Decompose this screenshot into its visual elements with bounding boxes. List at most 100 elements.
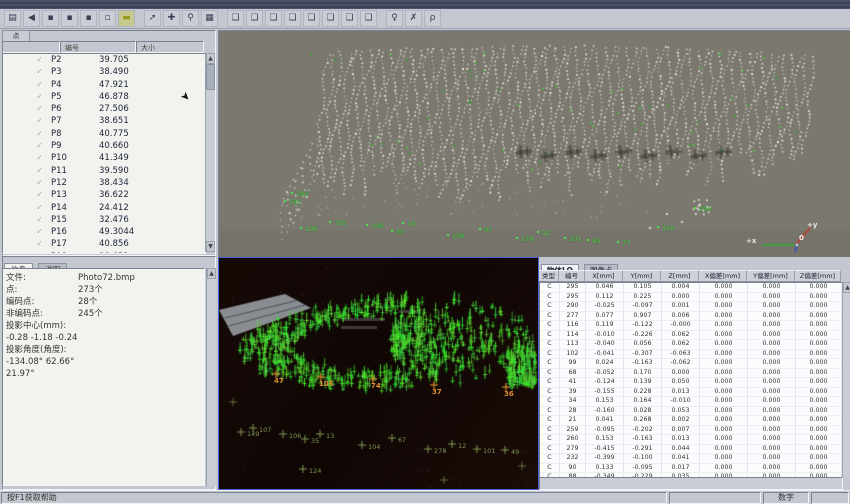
- table-row[interactable]: C1160.119-0.122-0.0000.0000.0000.000: [540, 321, 842, 331]
- toolbar-icon[interactable]: ▦: [201, 10, 218, 27]
- toolbar-icon[interactable]: ❏: [246, 10, 263, 27]
- list-item[interactable]: ✓✓P840.775: [3, 128, 205, 140]
- table-row[interactable]: C279-0.415-0.2910.0440.0000.0000.000: [540, 445, 842, 455]
- table-column-header[interactable]: X偏差[mm]: [699, 270, 747, 282]
- table-column-header[interactable]: Y偏差[mm]: [747, 270, 795, 282]
- table-row[interactable]: C210.0410.2680.0020.0000.0000.000: [540, 416, 842, 426]
- point-cloud-view[interactable]: 1821811061051083513104072781210149771202…: [218, 30, 850, 258]
- scroll-thumb[interactable]: [206, 64, 215, 90]
- scroll-up-icon[interactable]: ▲: [843, 282, 850, 293]
- table-row[interactable]: C113-0.0400.0560.0620.0000.0000.000: [540, 340, 842, 350]
- list-item[interactable]: ✓✓P738.651: [3, 115, 205, 127]
- point-value: 40.660: [85, 140, 129, 152]
- table-row[interactable]: C68-0.0520.1700.0000.0000.0000.000: [540, 369, 842, 379]
- scroll-down-icon[interactable]: ▼: [206, 241, 215, 252]
- point-value: 38.490: [85, 66, 129, 78]
- list-item[interactable]: ✓✓P1649.3044: [3, 226, 205, 238]
- table-row[interactable]: C2770.0770.9070.0060.0000.0000.000: [540, 312, 842, 322]
- toolbar-icon[interactable]: ▤: [4, 10, 21, 27]
- point-list-scrollbar[interactable]: ▲ ▼: [205, 53, 215, 252]
- table-vscrollbar[interactable]: ▲: [842, 282, 850, 477]
- toolbar-icon[interactable]: ⚲: [182, 10, 199, 27]
- list-item[interactable]: ✓✓P338.490: [3, 66, 205, 78]
- table-cell: -0.040: [586, 340, 624, 349]
- table-row[interactable]: C900.133-0.0950.0170.0000.0000.000: [540, 464, 842, 474]
- list-item[interactable]: ✓✓P627.506: [3, 103, 205, 115]
- table-body[interactable]: C2950.0460.1050.0040.0000.0000.000C2950.…: [539, 282, 843, 479]
- toolbar-icon[interactable]: ❏: [265, 10, 282, 27]
- table-row[interactable]: C259-0.095-0.2020.0070.0000.0000.000: [540, 426, 842, 436]
- toolbar-icon[interactable]: ✗: [405, 10, 422, 27]
- table-cell: 0.000: [700, 302, 748, 311]
- list-item[interactable]: ✓✓P239.705: [3, 54, 205, 66]
- table-column-header[interactable]: X[mm]: [585, 270, 623, 282]
- table-cell: 0.170: [624, 369, 662, 378]
- toolbar-icon[interactable]: ▪: [61, 10, 78, 27]
- toolbar-icon[interactable]: ❏: [284, 10, 301, 27]
- table-row[interactable]: C2600.153-0.1630.0130.0000.0000.000: [540, 435, 842, 445]
- list-item[interactable]: ✓✓P1740.856: [3, 238, 205, 250]
- title-bar[interactable]: [0, 0, 850, 9]
- toolbar-icon[interactable]: ➚: [144, 10, 161, 27]
- table-column-header[interactable]: Y[mm]: [623, 270, 661, 282]
- column-header-size[interactable]: 大小: [136, 41, 204, 53]
- table-row[interactable]: C41-0.1240.1390.0500.0000.0000.000: [540, 378, 842, 388]
- list-item[interactable]: ✓✓P1828.652: [3, 251, 205, 254]
- column-header-tree[interactable]: [2, 41, 60, 53]
- table-row[interactable]: C39-0.1550.2280.0130.0000.0000.000: [540, 388, 842, 398]
- table-row[interactable]: C2950.1120.2250.0000.0000.0000.000: [540, 293, 842, 303]
- toolbar-icon[interactable]: ▪: [80, 10, 97, 27]
- table-column-header[interactable]: Z偏差[mm]: [795, 270, 841, 282]
- photo-view[interactable]: 4710574373614910710635131046727812101491…: [218, 257, 539, 490]
- table-cell: 116: [560, 321, 586, 330]
- point-list-body[interactable]: ✓✓P239.705✓✓P338.490✓✓P447.921✓✓P546.878…: [2, 53, 206, 254]
- column-header-id[interactable]: 编号: [60, 41, 136, 53]
- toolbar-icon[interactable]: ❏: [303, 10, 320, 27]
- table-cell: -0.095: [586, 426, 624, 435]
- list-item[interactable]: ✓✓P1424.412: [3, 202, 205, 214]
- table-cell: -0.025: [586, 302, 624, 311]
- table-row[interactable]: C990.024-0.163-0.0620.0000.0000.000: [540, 359, 842, 369]
- table-cell: 259: [560, 426, 586, 435]
- info-scrollbar[interactable]: ▲: [206, 268, 216, 486]
- table-row[interactable]: C2950.0460.1050.0040.0000.0000.000: [540, 283, 842, 293]
- list-item[interactable]: ✓✓P940.660: [3, 140, 205, 152]
- list-item[interactable]: ✓✓P447.921: [3, 79, 205, 91]
- table-row[interactable]: C114-0.010-0.2260.0620.0000.0000.000: [540, 331, 842, 341]
- table-cell: 0.007: [662, 426, 700, 435]
- list-item[interactable]: ✓✓P1041.349: [3, 152, 205, 164]
- table-column-header[interactable]: Z[mm]: [661, 270, 699, 282]
- list-item[interactable]: ✓✓P1532.476: [3, 214, 205, 226]
- toolbar-icon[interactable]: ρ: [424, 10, 441, 27]
- list-item[interactable]: ✓✓P1238.434: [3, 177, 205, 189]
- table-column-header[interactable]: 类型: [539, 270, 559, 282]
- toolbar-icon[interactable]: ❏: [341, 10, 358, 27]
- list-item[interactable]: ✓✓P1336.622: [3, 189, 205, 201]
- scroll-up-icon[interactable]: ▲: [206, 53, 215, 64]
- toolbar-icon[interactable]: ✚: [163, 10, 180, 27]
- list-item[interactable]: ✓✓P1139.590: [3, 165, 205, 177]
- table-row[interactable]: C102-0.041-0.307-0.0630.0000.0000.000: [540, 350, 842, 360]
- table-row[interactable]: C290-0.025-0.0970.0010.0000.0000.000: [540, 302, 842, 312]
- table-cell: 0.000: [748, 388, 796, 397]
- table-cell: 0.133: [586, 464, 624, 473]
- table-hscrollbar[interactable]: [539, 477, 843, 490]
- scroll-up-icon[interactable]: ▲: [207, 268, 216, 279]
- table-cell: 0.000: [700, 435, 748, 444]
- toolbar-icon[interactable]: ❏: [322, 10, 339, 27]
- toolbar-icon[interactable]: ▬: [118, 10, 135, 27]
- table-cell: 0.000: [700, 331, 748, 340]
- toolbar-icon[interactable]: ▫: [99, 10, 116, 27]
- toolbar-icon[interactable]: ▪: [42, 10, 59, 27]
- table-row[interactable]: C28-0.1600.0280.0530.0000.0000.000: [540, 407, 842, 417]
- toolbar-icon[interactable]: ❏: [360, 10, 377, 27]
- table-row[interactable]: C232-0.399-0.1000.0410.0000.0000.000: [540, 454, 842, 464]
- table-column-header[interactable]: 编号: [559, 270, 585, 282]
- point-cloud-canvas[interactable]: [219, 31, 850, 257]
- toolbar-icon[interactable]: ◀: [23, 10, 40, 27]
- uncoded-point-label: 104: [368, 443, 380, 451]
- table-row[interactable]: C340.1530.164-0.0100.0000.0000.000: [540, 397, 842, 407]
- list-item[interactable]: ✓✓P546.878: [3, 91, 205, 103]
- toolbar-icon[interactable]: ♀: [386, 10, 403, 27]
- toolbar-icon[interactable]: ❏: [227, 10, 244, 27]
